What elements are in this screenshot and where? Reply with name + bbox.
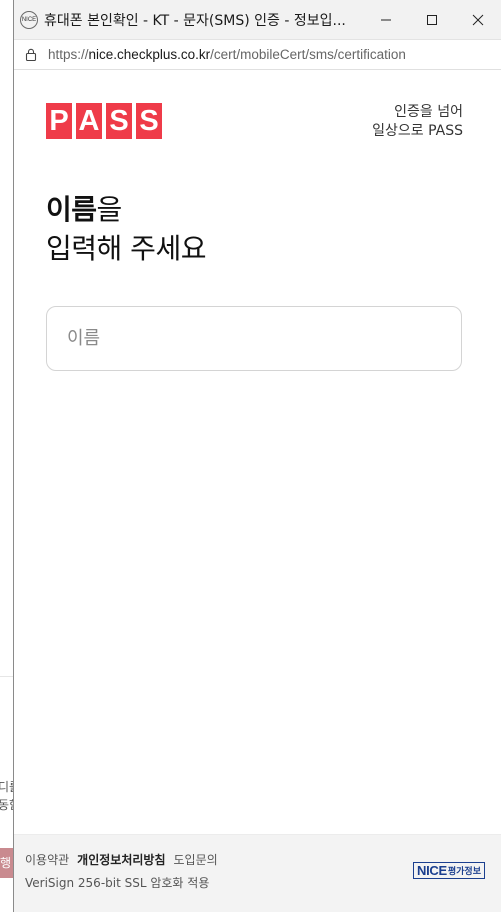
background-divider bbox=[0, 676, 14, 677]
maximize-button[interactable] bbox=[409, 0, 455, 40]
minimize-button[interactable] bbox=[363, 0, 409, 40]
footer-links: 이용약관 개인정보처리방침 도입문의 bbox=[25, 851, 218, 868]
pass-logo-letter: S bbox=[136, 103, 162, 139]
terms-link[interactable]: 이용약관 bbox=[25, 851, 69, 868]
title-bar[interactable]: NICE 휴대폰 본인확인 - KT - 문자(SMS) 인증 - 정보입... bbox=[14, 0, 501, 40]
name-input[interactable] bbox=[46, 306, 462, 371]
ssl-notice: VeriSign 256-bit SSL 암호화 적용 bbox=[25, 876, 210, 890]
nice-favicon-icon: NICE bbox=[20, 10, 38, 29]
url-path: /cert/mobileCert/sms/certification bbox=[210, 47, 406, 62]
background-text-fragment: 동함 bbox=[0, 798, 14, 812]
tagline-line-1: 인증을 넘어 bbox=[394, 104, 463, 120]
close-icon bbox=[472, 14, 484, 26]
url-host: nice.checkplus.co.kr bbox=[88, 47, 211, 62]
background-page: 디를 동함 행 bbox=[0, 0, 14, 912]
heading-line-1-rest: 을 bbox=[96, 193, 123, 226]
window-controls bbox=[363, 0, 501, 40]
nice-logo: NICE 평가정보 bbox=[413, 862, 485, 879]
inquiry-link[interactable]: 도입문의 bbox=[174, 851, 218, 868]
page-heading: 이름을 입력해 주세요 bbox=[46, 190, 206, 268]
page-content: P A S S 인증을 넘어 일상으로 PASS 이름을 입력해 주세요 이용약… bbox=[14, 70, 501, 912]
close-button[interactable] bbox=[455, 0, 501, 40]
pass-logo-letter: A bbox=[76, 103, 102, 139]
brand-tagline: 인증을 넘어 일상으로 PASS bbox=[372, 103, 463, 141]
background-button-fragment: 행 bbox=[0, 848, 14, 878]
pass-logo: P A S S bbox=[46, 103, 162, 139]
nice-logo-text: NICE bbox=[417, 863, 447, 878]
window-title: 휴대폰 본인확인 - KT - 문자(SMS) 인증 - 정보입... bbox=[44, 12, 346, 29]
background-text-fragment: 디를 bbox=[0, 780, 14, 794]
lock-icon[interactable] bbox=[24, 48, 38, 62]
privacy-policy-link[interactable]: 개인정보처리방침 bbox=[77, 851, 165, 868]
heading-line-2: 입력해 주세요 bbox=[46, 232, 206, 265]
address-bar[interactable]: https://nice.checkplus.co.kr/cert/mobile… bbox=[14, 40, 501, 70]
tagline-line-2: 일상으로 PASS bbox=[372, 123, 463, 139]
pass-logo-letter: S bbox=[106, 103, 132, 139]
pass-logo-letter: P bbox=[46, 103, 72, 139]
popup-window: NICE 휴대폰 본인확인 - KT - 문자(SMS) 인증 - 정보입...… bbox=[13, 0, 501, 912]
maximize-icon bbox=[427, 15, 437, 25]
heading-emphasis: 이름 bbox=[46, 193, 97, 226]
url-scheme: https:// bbox=[48, 47, 89, 62]
footer: 이용약관 개인정보처리방침 도입문의 VeriSign 256-bit SSL … bbox=[14, 834, 501, 912]
nice-logo-subtext: 평가정보 bbox=[447, 866, 481, 876]
url-text[interactable]: https://nice.checkplus.co.kr/cert/mobile… bbox=[48, 47, 406, 62]
minimize-icon bbox=[381, 19, 391, 21]
